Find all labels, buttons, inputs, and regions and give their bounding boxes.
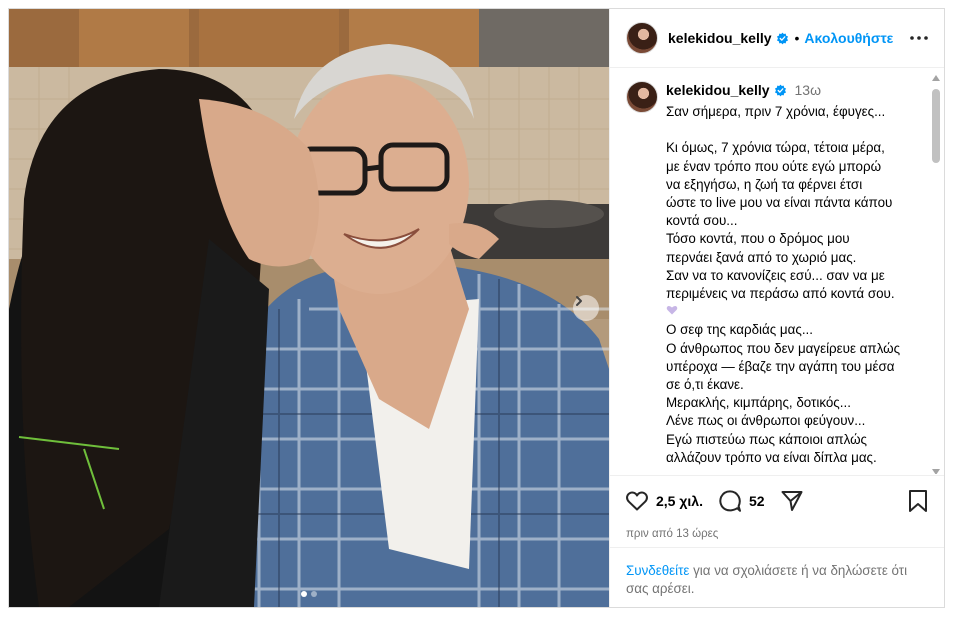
caption-line: με έναν τρόπο που ούτε εγώ μπορώ	[666, 158, 882, 174]
login-prompt: Συνδεθείτε για να σχολιάσετε ή να δηλώσε…	[610, 547, 944, 607]
comment-icon[interactable]	[717, 488, 743, 514]
caption-line: Τόσο κοντά, που ο δρόμος μου	[666, 231, 850, 247]
post-window: kelekidou_kelly • Ακολουθήστε kelekidou_…	[8, 8, 945, 608]
caption-line: περιμένεις να περάσω από κοντά σου.	[666, 286, 895, 302]
post-actions: 2,5 χιλ. 52 πριν από 13 ώρες	[610, 475, 944, 547]
caption-line: Λένε πως οι άνθρωποι φεύγουν...	[666, 413, 866, 429]
caption-line: Ο άνθρωπος που δεν μαγείρευε απλώς	[666, 340, 901, 356]
post-side-panel: kelekidou_kelly • Ακολουθήστε kelekidou_…	[609, 9, 944, 607]
share-icon[interactable]	[779, 488, 805, 514]
photo-illustration	[9, 9, 609, 607]
caption-line: Ο σεφ της καρδιάς μας...	[666, 322, 813, 338]
caption-username-link[interactable]: kelekidou_kelly	[666, 82, 770, 98]
scroll-down-arrow[interactable]	[932, 469, 940, 474]
post-photo[interactable]	[9, 9, 609, 607]
caption-line: Μερακλής, κιμπάρης, δοτικός...	[666, 395, 851, 411]
post-caption: Σαν σήμερα, πριν 7 χρόνια, έφυγες... Κι …	[666, 103, 926, 467]
caption-line: Σαν να το κανονίζεις εσύ... σαν να με	[666, 267, 885, 283]
comments-count[interactable]: 52	[749, 493, 765, 509]
caption-line: υπέροχα — έβαζε την αγάπη του μέσα	[666, 358, 895, 374]
caption-line: σε ό,τι έκανε.	[666, 377, 744, 393]
comments-area[interactable]: kelekidou_kelly 13ω Σαν σήμερα, πριν 7 χ…	[610, 69, 944, 474]
next-photo-button[interactable]	[573, 295, 599, 321]
scroll-thumb[interactable]	[932, 89, 940, 163]
more-options-icon[interactable]	[907, 29, 931, 47]
verified-badge-icon	[776, 32, 789, 45]
separator-dot: •	[794, 30, 800, 46]
caption-line: ώστε το live μου να είναι πάντα κάπου	[666, 195, 893, 210]
follow-button[interactable]: Ακολουθήστε	[804, 30, 893, 46]
bookmark-icon[interactable]	[905, 488, 931, 514]
username-link[interactable]: kelekidou_kelly	[668, 30, 772, 46]
carousel-dot	[301, 591, 307, 597]
caption-line: αλλάζουν τρόπο να είναι δίπλα μας.	[666, 449, 877, 465]
caption-avatar[interactable]	[626, 81, 658, 113]
likes-count[interactable]: 2,5 χιλ.	[656, 493, 703, 509]
verified-badge-icon	[774, 84, 787, 97]
purple-heart-icon	[666, 303, 926, 321]
caption-line: κοντά σου...	[666, 213, 738, 229]
post-timestamp[interactable]: πριν από 13 ώρες	[626, 528, 718, 540]
caption-header: kelekidou_kelly 13ω	[666, 82, 821, 98]
post-header: kelekidou_kelly • Ακολουθήστε	[610, 9, 944, 68]
carousel-dot	[311, 591, 317, 597]
heart-icon[interactable]	[624, 488, 650, 514]
caption-line: Εγώ πιστεύω πως κάποιοι απλώς	[666, 431, 867, 447]
caption-line: Κι όμως, 7 χρόνια τώρα, τέτοια μέρα,	[666, 140, 885, 156]
carousel-indicator	[9, 591, 609, 597]
scroll-up-arrow[interactable]	[932, 75, 940, 81]
comments-scrollbar[interactable]	[931, 75, 941, 474]
chevron-right-icon	[576, 296, 582, 306]
caption-line: να εξηγήσω, η ζωή τα φέρνει έτσι	[666, 176, 863, 192]
login-link[interactable]: Συνδεθείτε	[626, 563, 689, 578]
caption-timestamp: 13ω	[794, 82, 822, 98]
caption-line: περνάει ξανά από το χωριό μας.	[666, 249, 857, 265]
avatar[interactable]	[626, 22, 658, 54]
caption-line: Σαν σήμερα, πριν 7 χρόνια, έφυγες...	[666, 104, 886, 119]
